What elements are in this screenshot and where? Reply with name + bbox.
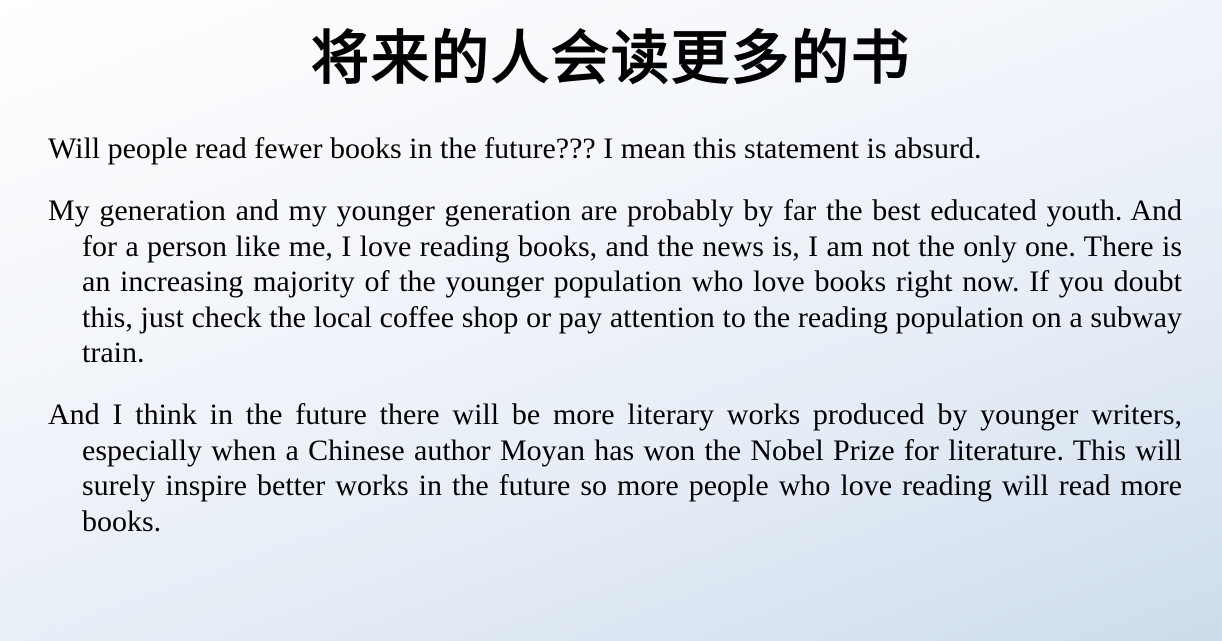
paragraph-3: And I think in the future there will be … (48, 398, 1182, 538)
paragraph-1: Will people read fewer books in the futu… (48, 132, 982, 165)
paragraph-2: My generation and my younger generation … (48, 194, 1182, 369)
slide-title: 将来的人会读更多的书 (310, 24, 911, 92)
slide: 将来的人会读更多的书 Will people read fewer books … (0, 0, 1222, 641)
